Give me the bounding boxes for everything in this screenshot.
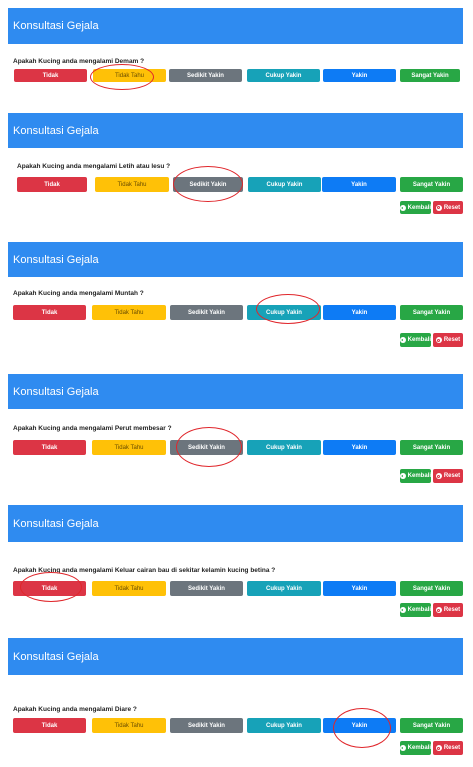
- answer-sedikit-yakin-button[interactable]: Sedikit Yakin: [173, 177, 243, 192]
- kembali-label: Kembali: [407, 204, 431, 211]
- answer-tidak-tahu-button[interactable]: Tidak Tahu: [92, 305, 166, 320]
- answer-tidak-tahu-button[interactable]: Tidak Tahu: [92, 581, 166, 596]
- back-icon: [400, 204, 406, 211]
- answer-yakin-button[interactable]: Yakin: [323, 581, 396, 596]
- consultation-panel: Konsultasi Gejala Apakah Kucing anda men…: [8, 8, 463, 92]
- answer-cukup-yakin-button[interactable]: Cukup Yakin: [247, 440, 321, 455]
- answer-tidak-tahu-button[interactable]: Tidak Tahu: [92, 440, 166, 455]
- reset-icon: [435, 337, 442, 343]
- reset-icon: [435, 204, 442, 211]
- answer-tidak-tahu-button[interactable]: Tidak Tahu: [92, 718, 166, 733]
- back-icon: [400, 607, 406, 613]
- answer-sedikit-yakin-button[interactable]: Sedikit Yakin: [170, 440, 243, 455]
- reset-label: Reset: [443, 607, 461, 613]
- panel-header: Konsultasi Gejala: [8, 242, 463, 277]
- kembali-label: Kembali: [407, 473, 431, 479]
- answer-tidak-tahu-button[interactable]: Tidak Tahu: [95, 177, 169, 192]
- panel-header: Konsultasi Gejala: [8, 113, 463, 148]
- answer-cukup-yakin-button[interactable]: Cukup Yakin: [247, 581, 321, 596]
- answer-sangat-yakin-button[interactable]: Sangat Yakin: [400, 440, 463, 455]
- answer-sangat-yakin-button[interactable]: Sangat Yakin: [400, 177, 463, 192]
- reset-label: Reset: [443, 337, 461, 343]
- kembali-button[interactable]: Kembali: [400, 201, 431, 214]
- answer-sangat-yakin-button[interactable]: Sangat Yakin: [400, 305, 463, 320]
- question-text: Apakah Kucing anda mengalami Muntah ?: [13, 290, 144, 297]
- reset-label: Reset: [443, 473, 461, 479]
- answer-yakin-button[interactable]: Yakin: [323, 440, 396, 455]
- panel-title: Konsultasi Gejala: [13, 517, 99, 530]
- panel-header: Konsultasi Gejala: [8, 8, 463, 44]
- reset-icon: [435, 607, 442, 613]
- reset-label: Reset: [443, 204, 461, 211]
- answer-yakin-button[interactable]: Yakin: [323, 69, 396, 82]
- panel-header: Konsultasi Gejala: [8, 374, 463, 409]
- kembali-button[interactable]: Kembali: [400, 603, 431, 617]
- question-text: Apakah Kucing anda mengalami Diare ?: [13, 706, 137, 713]
- answer-yakin-button[interactable]: Yakin: [323, 718, 396, 733]
- answer-sedikit-yakin-button[interactable]: Sedikit Yakin: [170, 305, 243, 320]
- kembali-label: Kembali: [407, 745, 431, 751]
- answer-tidak-button[interactable]: Tidak: [13, 440, 86, 455]
- answer-sangat-yakin-button[interactable]: Sangat Yakin: [400, 69, 460, 82]
- question-text: Apakah Kucing anda mengalami Keluar cair…: [13, 567, 276, 574]
- reset-button[interactable]: Reset: [433, 201, 463, 214]
- answer-yakin-button[interactable]: Yakin: [323, 305, 396, 320]
- answer-sangat-yakin-button[interactable]: Sangat Yakin: [400, 718, 463, 733]
- reset-button[interactable]: Reset: [433, 333, 463, 347]
- panel-title: Konsultasi Gejala: [13, 385, 99, 398]
- consultation-panel: Konsultasi Gejala Apakah Kucing anda men…: [8, 242, 463, 352]
- answer-cukup-yakin-button[interactable]: Cukup Yakin: [248, 177, 321, 192]
- reset-button[interactable]: Reset: [433, 741, 463, 755]
- answer-cukup-yakin-button[interactable]: Cukup Yakin: [247, 305, 321, 320]
- answer-tidak-button[interactable]: Tidak: [13, 581, 86, 596]
- panel-header: Konsultasi Gejala: [8, 638, 463, 675]
- panel-title: Konsultasi Gejala: [13, 253, 99, 266]
- kembali-button[interactable]: Kembali: [400, 469, 431, 483]
- consultation-panel: Konsultasi Gejala Apakah Kucing anda men…: [8, 113, 463, 226]
- panel-title: Konsultasi Gejala: [13, 650, 99, 663]
- kembali-button[interactable]: Kembali: [400, 333, 431, 347]
- reset-label: Reset: [443, 745, 461, 751]
- reset-icon: [435, 745, 442, 751]
- kembali-label: Kembali: [407, 337, 431, 343]
- answer-cukup-yakin-button[interactable]: Cukup Yakin: [247, 69, 320, 82]
- question-text: Apakah Kucing anda mengalami Letih atau …: [17, 163, 171, 170]
- answer-sedikit-yakin-button[interactable]: Sedikit Yakin: [170, 718, 243, 733]
- kembali-button[interactable]: Kembali: [400, 741, 431, 755]
- back-icon: [400, 337, 406, 343]
- answer-cukup-yakin-button[interactable]: Cukup Yakin: [247, 718, 321, 733]
- answer-sangat-yakin-button[interactable]: Sangat Yakin: [400, 581, 463, 596]
- reset-button[interactable]: Reset: [433, 603, 463, 617]
- panel-title: Konsultasi Gejala: [13, 20, 99, 32]
- consultation-panel: Konsultasi Gejala Apakah Kucing anda men…: [8, 638, 463, 767]
- back-icon: [400, 745, 406, 751]
- answer-sedikit-yakin-button[interactable]: Sedikit Yakin: [170, 581, 243, 596]
- panel-header: Konsultasi Gejala: [8, 505, 463, 542]
- answer-tidak-tahu-button[interactable]: Tidak Tahu: [93, 69, 166, 82]
- answer-sedikit-yakin-button[interactable]: Sedikit Yakin: [169, 69, 242, 82]
- back-icon: [400, 473, 406, 479]
- reset-icon: [435, 473, 442, 479]
- consultation-panel: Konsultasi Gejala Apakah Kucing anda men…: [8, 374, 463, 487]
- answer-tidak-button[interactable]: Tidak: [17, 177, 87, 192]
- consultation-panel: Konsultasi Gejala Apakah Kucing anda men…: [8, 505, 463, 618]
- answer-tidak-button[interactable]: Tidak: [14, 69, 87, 82]
- kembali-label: Kembali: [407, 607, 431, 613]
- answer-tidak-button[interactable]: Tidak: [13, 718, 86, 733]
- panel-title: Konsultasi Gejala: [13, 124, 99, 137]
- answer-tidak-button[interactable]: Tidak: [13, 305, 86, 320]
- answer-yakin-button[interactable]: Yakin: [322, 177, 396, 192]
- question-text: Apakah Kucing anda mengalami Perut membe…: [13, 425, 172, 432]
- reset-button[interactable]: Reset: [433, 469, 463, 483]
- question-text: Apakah Kucing anda mengalami Demam ?: [13, 58, 145, 65]
